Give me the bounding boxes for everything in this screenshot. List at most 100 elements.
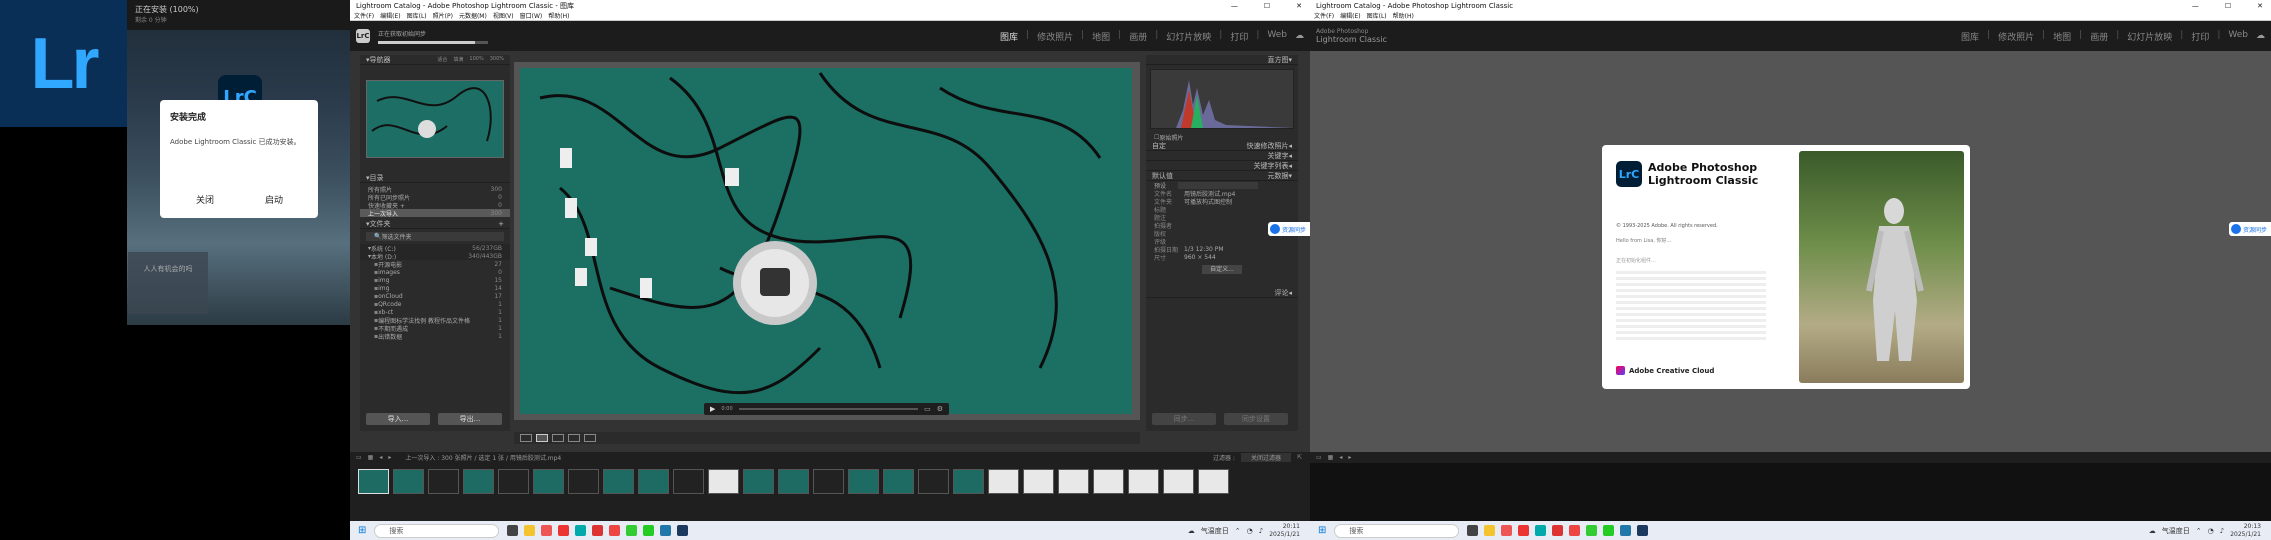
scrub-bar[interactable] [738,408,919,410]
filmstrip-thumb[interactable] [463,469,494,494]
menu-item[interactable]: 图库(L) [407,11,427,20]
video-frame[interactable] [520,68,1132,414]
module-tab[interactable]: 图库 [1000,30,1018,43]
folders-header[interactable]: ▾ 文件夹 + [360,219,510,229]
app-icon[interactable] [1586,525,1598,536]
survey-view-icon[interactable] [568,434,580,442]
filmstrip-thumb[interactable] [743,469,774,494]
cloud-icon[interactable]: ☁ [1295,31,1304,41]
filmstrip-thumb[interactable] [1093,469,1124,494]
filmstrip-thumb[interactable] [1058,469,1089,494]
clock[interactable]: 20:11 2025/1/21 [1269,523,1300,539]
grid-view-icon[interactable] [520,434,532,442]
lock-icon[interactable]: ⇱ [1297,454,1302,461]
maximize-icon[interactable]: ☐ [2225,2,2231,10]
loupe-view-icon[interactable] [536,434,548,442]
filmstrip-thumb[interactable] [708,469,739,494]
module-tab[interactable]: Web [2228,30,2248,43]
grid-icon[interactable]: ▦ [368,454,374,461]
minimize-icon[interactable]: — [1231,2,1238,10]
app-icon[interactable] [1569,525,1581,536]
module-tab[interactable]: 画册 [2090,30,2108,43]
menu-item[interactable]: 编辑(E) [1340,11,1360,20]
app-icon[interactable] [541,525,553,536]
module-tab[interactable]: 幻灯片放映 [2127,30,2172,43]
filmstrip-thumb[interactable] [1128,469,1159,494]
module-tab[interactable]: 打印 [2191,30,2209,43]
clock[interactable]: 20:13 2025/1/21 [2230,523,2261,539]
lightroom-task-icon[interactable] [677,525,689,536]
metadata-row[interactable]: 尺寸 960 × 544 [1146,253,1298,262]
app-icon[interactable] [1518,525,1530,536]
menu-item[interactable]: 帮助(H) [548,11,569,20]
close-button[interactable]: 关闭 [196,193,214,206]
start-icon[interactable]: ⊞ [1318,525,1326,536]
sync-settings-button[interactable]: 同步设置 [1224,413,1288,425]
app-icon[interactable] [1620,525,1632,536]
menu-item[interactable]: 视图(V) [493,11,514,20]
customize-button[interactable]: 自定义... [1202,265,1242,274]
compare-view-icon[interactable] [552,434,564,442]
app-icon[interactable] [1501,525,1513,536]
start-icon[interactable]: ⊞ [358,525,366,536]
keywording-header[interactable]: 关键字 ◂ [1146,151,1298,161]
menu-item[interactable]: 照片(P) [433,11,453,20]
filter-select[interactable]: 关闭过滤器 [1240,453,1291,462]
filmstrip-thumb[interactable] [988,469,1019,494]
volume-icon[interactable]: ♪ [2220,527,2224,535]
grid-icon[interactable]: ▦ [1328,454,1334,461]
folder-filter-input[interactable]: 🔍 筛选文件夹 [366,232,504,241]
menu-item[interactable]: 图库(L) [1367,11,1387,20]
folder-item[interactable]: ▪ 出错数据 1 [360,332,510,341]
network-icon[interactable]: ◔ [1247,527,1253,535]
comments-header[interactable]: 评论 ◂ [1146,288,1298,298]
close-icon[interactable]: ✕ [1296,2,1302,10]
export-button[interactable]: 导出... [438,413,502,425]
zoom-300[interactable]: 300% [490,56,504,63]
navigator-header[interactable]: ▾ 导航器 适合 填满 100% 300% [360,55,510,65]
filmstrip-thumb[interactable] [848,469,879,494]
app-icon[interactable] [558,525,570,536]
chevron-up-icon[interactable]: ⌃ [1235,527,1241,535]
folder-item[interactable]: ▪ onCloud 17 [360,292,510,300]
module-tab[interactable]: 画册 [1129,30,1147,43]
module-tab[interactable]: 幻灯片放映 [1166,30,1211,43]
module-tab[interactable]: 地图 [2053,30,2071,43]
filmstrip-thumb[interactable] [568,469,599,494]
back-icon[interactable]: ◂ [1339,454,1342,461]
module-tab[interactable]: 修改照片 [1037,30,1073,43]
filmstrip-thumb[interactable] [1023,469,1054,494]
filmstrip-thumb[interactable] [1198,469,1229,494]
import-button[interactable]: 导入... [366,413,430,425]
weather-icon[interactable]: ☁ [2149,527,2156,535]
module-tab[interactable]: 图库 [1961,30,1979,43]
app-icon[interactable] [609,525,621,536]
zoom-fit[interactable]: 适合 [437,56,447,63]
explorer-icon[interactable] [524,525,536,536]
chevron-up-icon[interactable]: ⌃ [2196,527,2202,535]
browser-icon[interactable] [575,525,587,536]
module-tab[interactable]: Web [1267,30,1287,43]
explorer-icon[interactable] [1484,525,1496,536]
minimize-icon[interactable]: — [2192,2,2199,10]
frame-icon[interactable]: ▭ [924,405,931,413]
wechat-icon[interactable] [643,525,655,536]
navigator-preview[interactable] [360,65,510,173]
filmstrip-thumb[interactable] [813,469,844,494]
filmstrip-thumb[interactable] [1163,469,1194,494]
task-view-icon[interactable] [507,525,519,536]
zoom-fill[interactable]: 填满 [453,56,463,63]
histogram-header[interactable]: 直方图 ▾ [1146,55,1298,65]
menu-item[interactable]: 文件(F) [354,11,374,20]
filmstrip-thumb[interactable] [358,469,389,494]
filmstrip-thumb[interactable] [778,469,809,494]
keyword-list-header[interactable]: 关键字列表 ◂ [1146,161,1298,171]
folder-item[interactable]: ▪ 开源电影 27 [360,260,510,269]
folder-item[interactable]: ▪ QRcode 1 [360,300,510,308]
task-view-icon[interactable] [1467,525,1479,536]
filmstrip-thumb[interactable] [673,469,704,494]
sync-button[interactable]: 同步... [1152,413,1216,425]
filmstrip-thumb[interactable] [638,469,669,494]
network-icon[interactable]: ◔ [2208,527,2214,535]
cloud-icon[interactable]: ☁ [2256,31,2265,41]
